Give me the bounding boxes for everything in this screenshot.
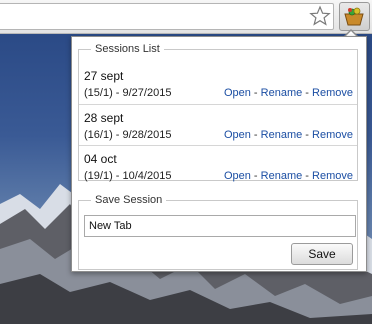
separator: - (305, 129, 309, 141)
session-date: (16/1) - 9/28/2015 (84, 129, 172, 141)
session-item: 28 sept (16/1) - 9/28/2015 Open - Rename… (79, 104, 357, 145)
session-actions: Open - Rename - Remove (224, 170, 353, 182)
sessions-extension-icon (344, 7, 364, 26)
save-session-legend: Save Session (95, 194, 163, 206)
separator: - (253, 129, 258, 141)
session-actions: Open - Rename - Remove (224, 129, 353, 141)
separator: - (305, 170, 309, 182)
remove-link[interactable]: Remove (312, 129, 353, 141)
save-session-panel: Save Session Save (78, 194, 358, 270)
separator: - (305, 87, 309, 99)
browser-toolbar (0, 0, 372, 34)
sessions-popup: Sessions List 27 sept (15/1) - 9/27/2015… (71, 36, 367, 272)
open-link[interactable]: Open (224, 129, 251, 141)
session-name: 27 sept (84, 69, 124, 83)
rename-link[interactable]: Rename (261, 170, 303, 182)
session-name: 28 sept (84, 111, 124, 125)
session-name: 04 oct (84, 152, 117, 166)
session-item: 04 oct (19/1) - 10/4/2015 Open - Rename … (79, 145, 357, 186)
session-date: (15/1) - 9/27/2015 (84, 87, 172, 99)
rename-link[interactable]: Rename (261, 87, 303, 99)
remove-link[interactable]: Remove (312, 87, 353, 99)
session-date: (19/1) - 10/4/2015 (84, 170, 172, 182)
session-name-input[interactable] (84, 215, 356, 237)
star-icon[interactable] (309, 5, 331, 27)
separator: - (253, 170, 258, 182)
address-bar[interactable] (0, 3, 334, 30)
separator: - (253, 87, 258, 99)
save-button[interactable]: Save (291, 243, 353, 265)
sessions-extension-button[interactable] (339, 2, 370, 31)
open-link[interactable]: Open (224, 87, 251, 99)
rename-link[interactable]: Rename (261, 129, 303, 141)
sessions-list: Sessions List 27 sept (15/1) - 9/27/2015… (78, 43, 358, 182)
remove-link[interactable]: Remove (312, 170, 353, 182)
sessions-list-legend: Sessions List (95, 43, 160, 55)
session-actions: Open - Rename - Remove (224, 87, 353, 99)
open-link[interactable]: Open (224, 170, 251, 182)
session-item: 27 sept (15/1) - 9/27/2015 Open - Rename… (79, 63, 357, 103)
